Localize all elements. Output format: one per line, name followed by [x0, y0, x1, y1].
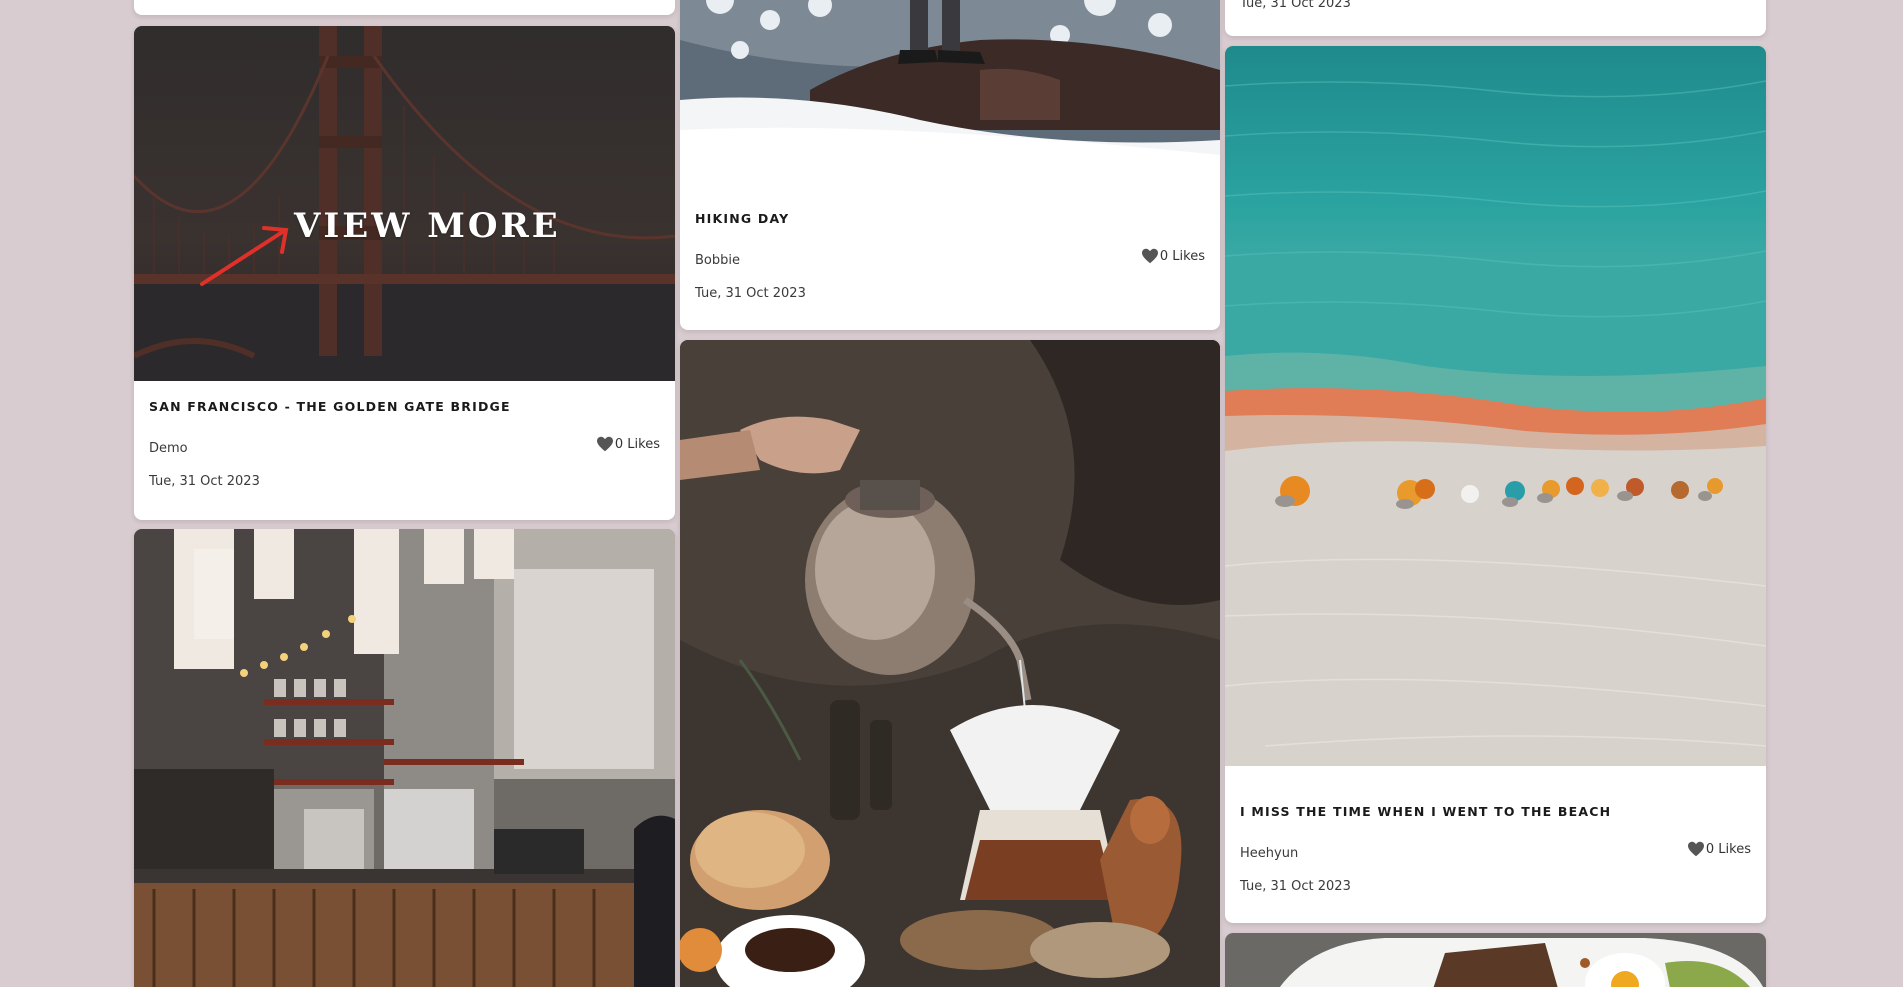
post-title[interactable]: I MISS THE TIME WHEN I WENT TO THE BEACH	[1240, 804, 1611, 819]
beach-photo	[1225, 46, 1766, 766]
post-card-coffee[interactable]	[680, 340, 1220, 987]
likes-button[interactable]: 0 Likes	[1141, 248, 1205, 264]
post-image-beach[interactable]	[1225, 46, 1766, 766]
post-image-golden-gate[interactable]: VIEW MORE	[134, 26, 675, 381]
post-card-beach[interactable]: I MISS THE TIME WHEN I WENT TO THE BEACH…	[1225, 46, 1766, 923]
hiking-photo	[680, 0, 1220, 173]
coffee-photo	[680, 340, 1220, 987]
likes-count: 0 Likes	[614, 436, 660, 452]
post-card-partial-top[interactable]	[134, 0, 675, 15]
post-author: Bobbie	[695, 253, 740, 268]
cafe-photo	[134, 529, 675, 987]
post-author: Demo	[149, 441, 188, 456]
post-image-food[interactable]	[1225, 933, 1766, 987]
posts-grid: VIEW MORE SAN FRANCISCO - THE GOLDEN GAT…	[0, 0, 1903, 987]
likes-count: 0 Likes	[1705, 841, 1751, 857]
likes-button[interactable]: 0 Likes	[596, 436, 660, 452]
view-more-overlay[interactable]: VIEW MORE	[294, 206, 561, 246]
post-date: Tue, 31 Oct 2023	[695, 286, 806, 301]
post-date: Tue, 31 Oct 2023	[149, 474, 260, 489]
post-date: Tue, 31 Oct 2023	[1240, 0, 1351, 11]
post-card-food[interactable]	[1225, 933, 1766, 987]
heart-icon[interactable]	[596, 436, 614, 452]
post-card-partial-top-right[interactable]: Tue, 31 Oct 2023	[1225, 0, 1766, 36]
heart-icon[interactable]	[1687, 841, 1705, 857]
post-image-coffee[interactable]	[680, 340, 1220, 987]
post-card-cafe[interactable]	[134, 529, 675, 987]
post-author: Heehyun	[1240, 846, 1299, 861]
heart-icon[interactable]	[1141, 248, 1159, 264]
likes-button[interactable]: 0 Likes	[1687, 841, 1751, 857]
golden-gate-photo	[134, 26, 675, 381]
likes-count: 0 Likes	[1159, 248, 1205, 264]
post-image-cafe[interactable]	[134, 529, 675, 987]
post-card-golden-gate[interactable]: VIEW MORE SAN FRANCISCO - THE GOLDEN GAT…	[134, 26, 675, 520]
post-card-hiking[interactable]: HIKING DAY Bobbie 0 Likes Tue, 31 Oct 20…	[680, 0, 1220, 330]
food-photo	[1225, 933, 1766, 987]
post-date: Tue, 31 Oct 2023	[1240, 879, 1351, 894]
post-title[interactable]: SAN FRANCISCO - THE GOLDEN GATE BRIDGE	[149, 399, 511, 414]
post-title[interactable]: HIKING DAY	[695, 211, 789, 226]
post-image-hiking[interactable]	[680, 0, 1220, 173]
